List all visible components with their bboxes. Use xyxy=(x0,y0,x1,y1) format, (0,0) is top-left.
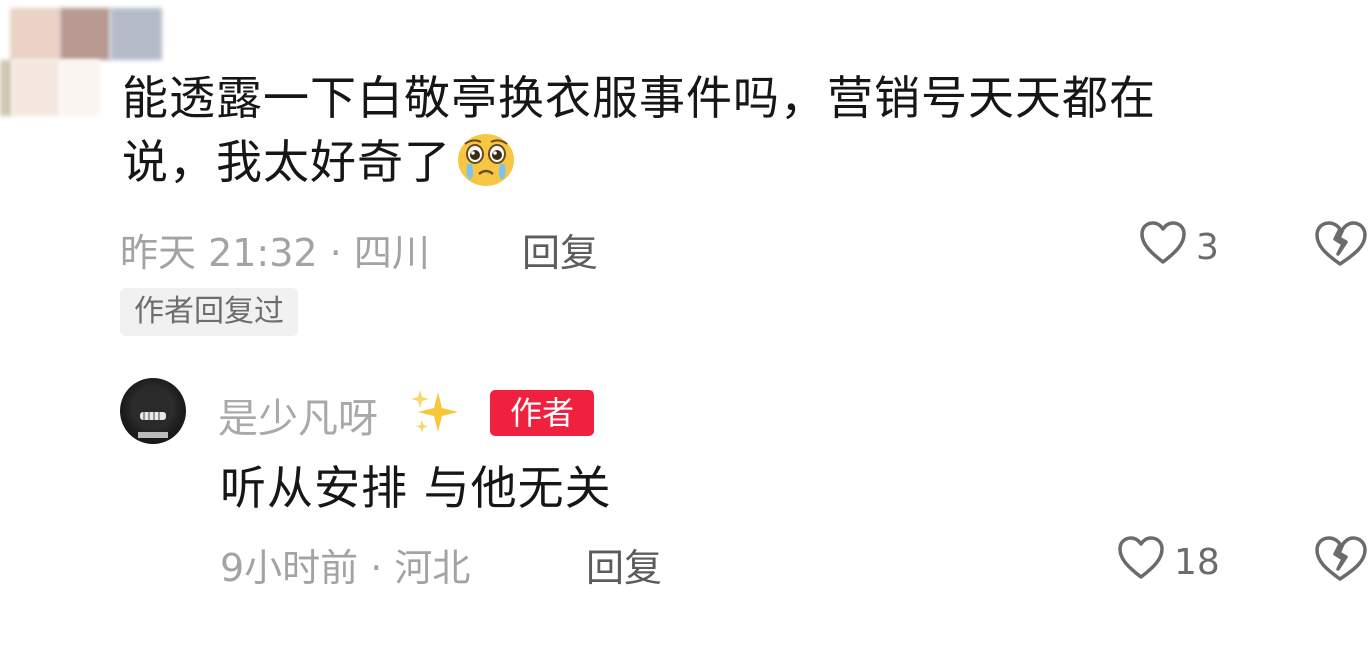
sparkles-icon xyxy=(408,388,464,442)
heart-icon xyxy=(1116,535,1166,590)
heart-icon xyxy=(1138,220,1188,275)
broken-heart-icon xyxy=(1312,221,1368,272)
reply-time-location: 9小时前 · 河北 xyxy=(220,546,471,590)
comment-like-count: 3 xyxy=(1196,227,1219,268)
reply-like-count: 18 xyxy=(1174,542,1220,583)
comment-dislike-button[interactable] xyxy=(1312,220,1368,272)
comment-text-line1: 能透露一下白敬亭换衣服事件吗，营销号天天都在 xyxy=(122,71,1156,125)
comment-reply-button[interactable]: 回复 xyxy=(522,222,598,277)
reply-dislike-button[interactable] xyxy=(1312,535,1368,587)
author-replied-tag: 作者回复过 xyxy=(120,288,298,336)
reply-reply-button[interactable]: 回复 xyxy=(586,537,662,592)
comment-text-line2: 说，我太好奇了 xyxy=(122,135,451,189)
author-badge: 作者 xyxy=(490,390,594,436)
broken-heart-icon xyxy=(1312,536,1368,587)
reply-text: 听从安排 与他无关 xyxy=(220,461,612,515)
comment-like-button[interactable]: 3 xyxy=(1138,220,1219,275)
reply-like-button[interactable]: 18 xyxy=(1116,535,1220,590)
comment-text: 能透露一下白敬亭换衣服事件吗，营销号天天都在 说，我太好奇了 xyxy=(122,66,1322,204)
pleading-face-emoji-icon xyxy=(455,130,517,204)
reply-avatar[interactable] xyxy=(120,378,186,444)
comment-time-location: 昨天 21:32 · 四川 xyxy=(120,231,430,275)
reply-username[interactable]: 是少凡呀 xyxy=(218,386,378,444)
